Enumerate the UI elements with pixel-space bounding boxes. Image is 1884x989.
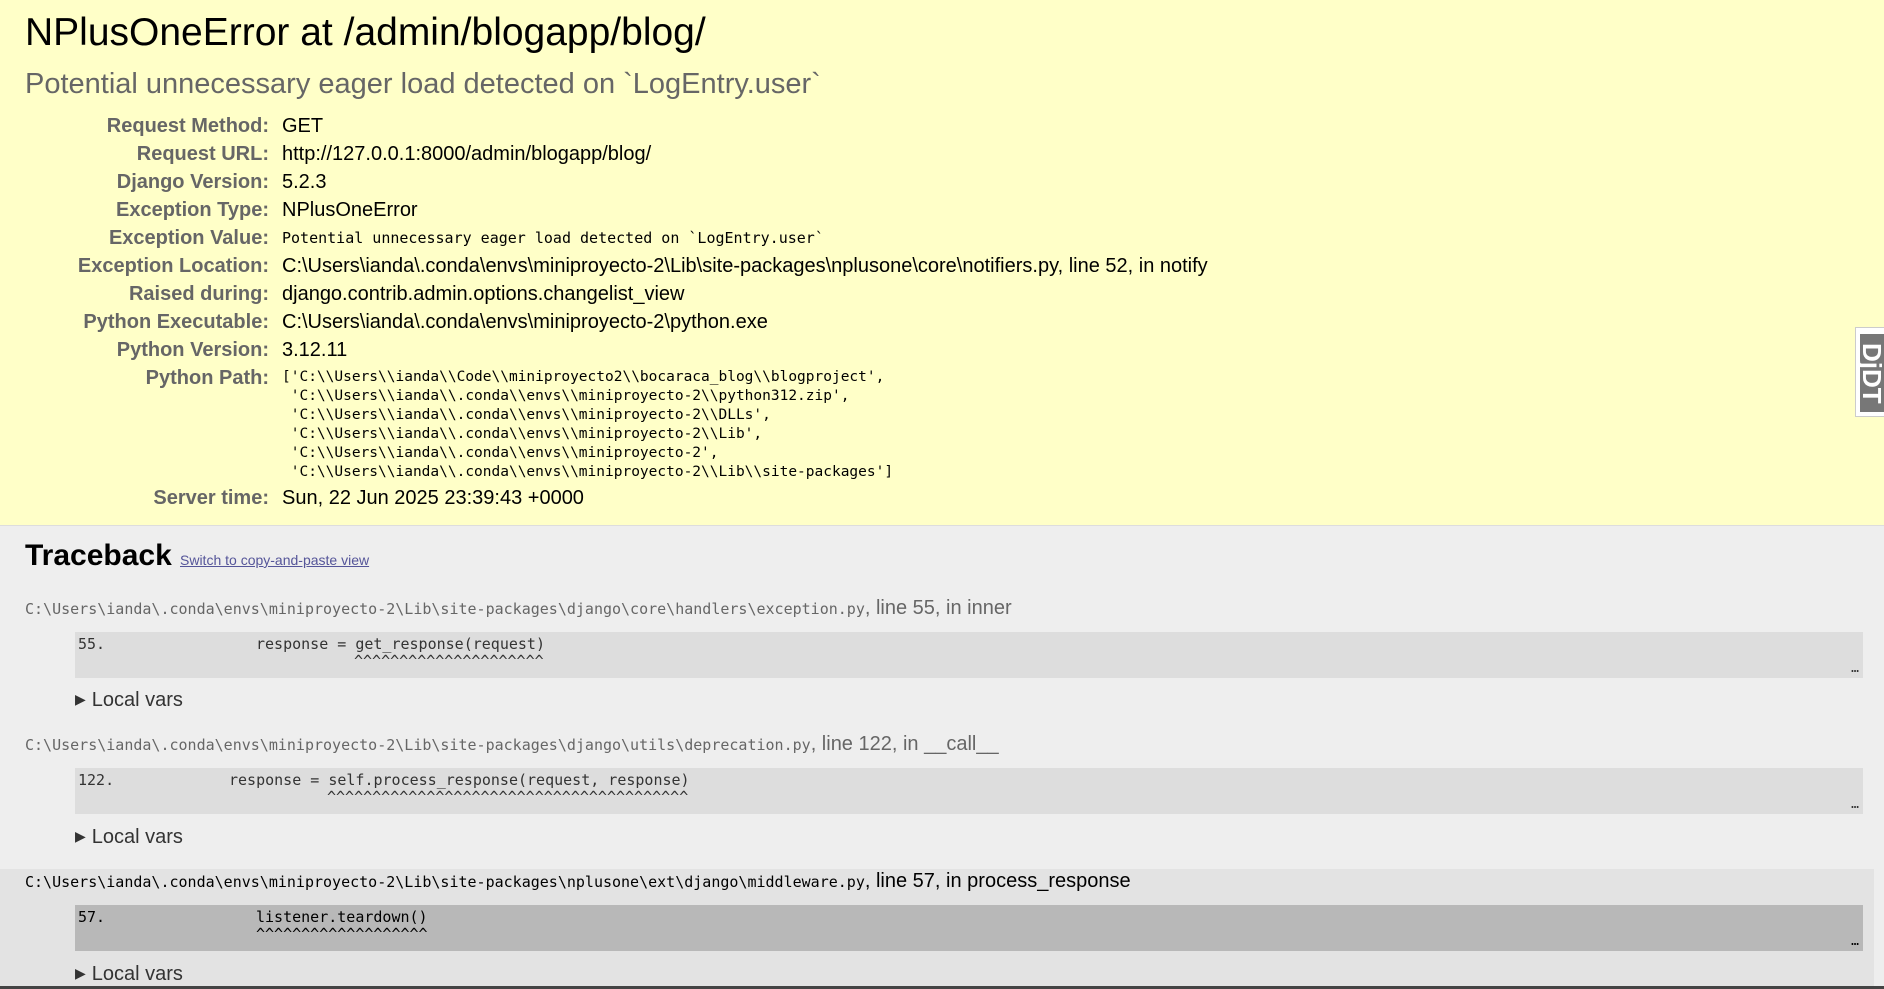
meta-value-request-method: GET: [282, 115, 324, 137]
frame-location: , line 55, in inner: [864, 597, 1012, 619]
frame-filename: C:\Users\ianda\.conda\envs\miniproyecto-…: [25, 600, 865, 618]
context-code-line: response = get_response(request): [256, 635, 545, 653]
local-vars-toggle[interactable]: ▶ Local vars: [75, 961, 183, 988]
context-expand-icon[interactable]: …: [1851, 662, 1859, 676]
frame-context[interactable]: 55. response = get_response(request) ^^^…: [75, 632, 1863, 678]
meta-label-django-version: Django Version:: [116, 171, 269, 193]
meta-label-python-version: Python Version:: [116, 339, 269, 361]
context-caret-line: ^^^^^^^^^^^^^^^^^^^^^: [354, 652, 544, 670]
meta-value-python-version: 3.12.11: [282, 339, 348, 361]
meta-label-exception-location: Exception Location:: [77, 255, 269, 277]
context-caret-line: ^^^^^^^^^^^^^^^^^^^^^^^^^^^^^^^^^^^^^^^^: [327, 788, 689, 806]
meta-label-python-executable: Python Executable:: [83, 311, 269, 333]
meta-label-raised-during: Raised during:: [128, 283, 269, 305]
context-line-number: 122.: [78, 771, 115, 789]
triangle-right-icon: ▶: [75, 965, 86, 981]
meta-value-exception-value: Potential unnecessary eager load detecte…: [282, 229, 824, 247]
meta-value-exception-type: NPlusOneError: [282, 199, 418, 221]
switch-to-copy-paste-link[interactable]: Switch to copy-and-paste view: [180, 552, 369, 568]
meta-value-server-time: Sun, 22 Jun 2025 23:39:43 +0000: [282, 487, 584, 509]
traceback-heading: Traceback: [25, 539, 172, 572]
local-vars-toggle[interactable]: ▶ Local vars: [75, 824, 183, 851]
meta-value-exception-location: C:\Users\ianda\.conda\envs\miniproyecto-…: [282, 255, 1208, 277]
meta-value-python-executable: C:\Users\ianda\.conda\envs\miniproyecto-…: [282, 311, 768, 333]
debug-toolbar-handle[interactable]: DjDT: [1855, 327, 1884, 417]
meta-label-request-url: Request URL:: [136, 143, 269, 165]
frame-header: C:\Users\ianda\.conda\envs\miniproyecto-…: [25, 596, 1012, 622]
error-summary: NPlusOneError at /admin/blogapp/blog/ Po…: [0, 0, 1884, 526]
frame-filename: C:\Users\ianda\.conda\envs\miniproyecto-…: [25, 736, 811, 754]
meta-value-request-url: http://127.0.0.1:8000/admin/blogapp/blog…: [282, 143, 652, 165]
meta-value-raised-during: django.contrib.admin.options.changelist_…: [282, 283, 685, 305]
frame-header: C:\Users\ianda\.conda\envs\miniproyecto-…: [25, 732, 999, 758]
meta-label-exception-type: Exception Type:: [116, 199, 269, 221]
frame-filename: C:\Users\ianda\.conda\envs\miniproyecto-…: [25, 873, 865, 891]
page-title: NPlusOneError at /admin/blogapp/blog/: [25, 11, 706, 54]
context-code-line: response = self.process_response(request…: [229, 771, 690, 789]
context-line-number: 57.: [78, 908, 106, 926]
local-vars-label: Local vars: [91, 826, 183, 848]
debug-toolbar-label: DjDT: [1860, 334, 1884, 412]
local-vars-label: Local vars: [91, 689, 183, 711]
context-expand-icon[interactable]: …: [1851, 798, 1859, 812]
context-expand-icon[interactable]: …: [1851, 935, 1859, 949]
context-line-number: 55.: [78, 635, 106, 653]
meta-value-django-version: 5.2.3: [282, 171, 327, 193]
meta-label-server-time: Server time:: [153, 487, 269, 509]
local-vars-label: Local vars: [91, 963, 183, 985]
triangle-right-icon: ▶: [75, 828, 86, 844]
meta-value-python-path: ['C:\\Users\\ianda\\Code\\miniproyecto2\…: [282, 369, 894, 480]
frame-header-active: C:\Users\ianda\.conda\envs\miniproyecto-…: [25, 869, 1131, 895]
frame-location: , line 57, in process_response: [864, 870, 1131, 892]
context-caret-line: ^^^^^^^^^^^^^^^^^^^: [256, 925, 428, 943]
meta-label-python-path: Python Path:: [145, 367, 269, 389]
local-vars-toggle[interactable]: ▶ Local vars: [75, 687, 183, 714]
context-code-line: listener.teardown(): [256, 908, 428, 926]
meta-label-exception-value: Exception Value:: [108, 227, 269, 249]
error-subtitle: Potential unnecessary eager load detecte…: [25, 68, 821, 100]
frame-context-active[interactable]: 57. listener.teardown() ^^^^^^^^^^^^^^^^…: [75, 905, 1863, 951]
frame-context[interactable]: 122. response = self.process_response(re…: [75, 768, 1863, 814]
frame-location: , line 122, in __call__: [810, 733, 999, 755]
meta-label-request-method: Request Method:: [106, 115, 269, 137]
triangle-right-icon: ▶: [75, 691, 86, 707]
